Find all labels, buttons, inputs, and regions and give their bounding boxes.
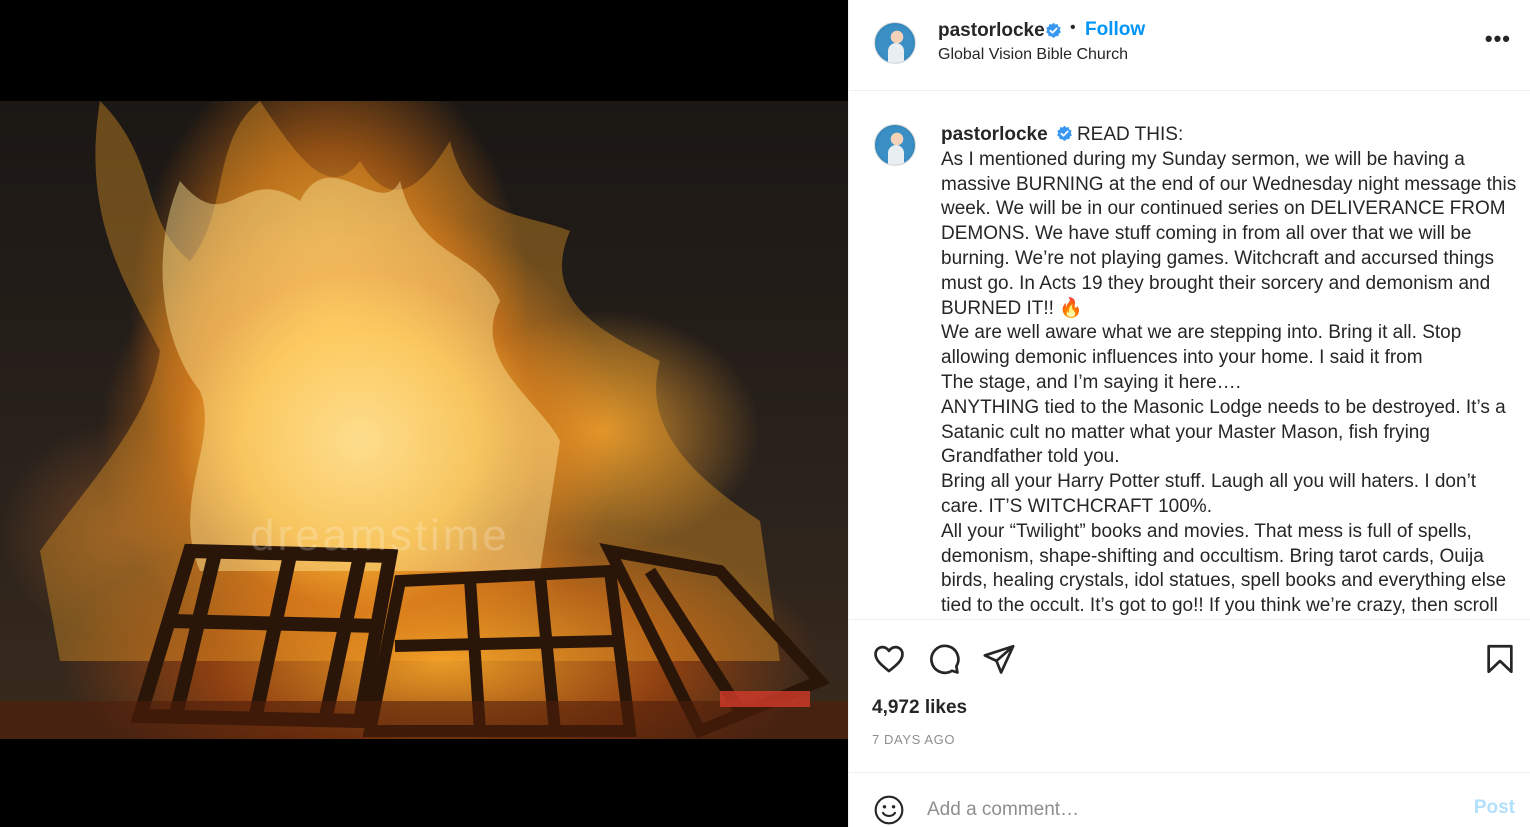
caption-line: birds, healing crystals, idol statues, s… [941, 570, 1507, 592]
author-avatar[interactable] [874, 22, 916, 64]
post-actions [849, 620, 1530, 700]
paper-plane-icon[interactable] [982, 642, 1016, 676]
post-caption: pastorlocke READ THIS: As I mentioned du… [941, 123, 1523, 619]
caption-line: massive BURNING at the end of our Wednes… [941, 173, 1517, 195]
caption-line: BURNED IT!! 🔥 [941, 297, 1083, 319]
post-location[interactable]: Global Vision Bible Church [938, 46, 1128, 64]
caption-line: care. IT’S WITCHCRAFT 100%. [941, 495, 1212, 517]
caption-line: tied to the occult. It’s got to go!! If … [941, 595, 1498, 617]
comment-input[interactable] [927, 795, 1447, 825]
caption-verified-badge-icon [1057, 125, 1072, 141]
caption-scroll-area[interactable]: pastorlocke READ THIS: As I mentioned du… [849, 92, 1530, 620]
caption-first-line: pastorlocke READ THIS: [941, 123, 1523, 148]
follow-button[interactable]: Follow [1085, 19, 1145, 41]
caption-line: burning. We’re not playing games. Witchc… [941, 247, 1495, 269]
caption-author-avatar[interactable] [874, 124, 916, 166]
author-username[interactable]: pastorlocke [938, 20, 1045, 42]
more-options-icon[interactable]: ••• [1485, 26, 1511, 52]
post-comment-button[interactable]: Post [1474, 797, 1515, 819]
caption-line: Bring all your Harry Potter stuff. Laugh… [941, 471, 1477, 493]
comment-bubble-icon[interactable] [927, 642, 961, 676]
caption-line: We are well aware what we are stepping i… [941, 322, 1462, 344]
caption-line: allowing demonic influences into your ho… [941, 347, 1423, 369]
caption-line: must go. In Acts 19 they brought their s… [941, 272, 1491, 294]
caption-line: DEMONS. We have stuff coming in from all… [941, 223, 1472, 245]
caption-line: As I mentioned during my Sunday sermon, … [941, 148, 1465, 170]
stock-watermark: dreamstime [250, 511, 510, 560]
post-side-panel: pastorlocke • Follow Global Vision Bible… [848, 0, 1530, 827]
caption-line: week. We will be in our continued series… [941, 198, 1506, 220]
header-separator: • [1070, 19, 1076, 36]
post-image[interactable]: dreamstime [0, 101, 848, 739]
post-header: pastorlocke • Follow Global Vision Bible… [849, 0, 1530, 91]
heart-icon[interactable] [872, 642, 906, 676]
caption-line: demonism, shape-shifting and occultism. … [941, 545, 1484, 567]
post-media: dreamstime [0, 0, 848, 827]
burning-pallets-graphic [0, 101, 848, 739]
post-timestamp[interactable]: 7 DAYS AGO [872, 732, 955, 747]
smiley-icon[interactable] [873, 794, 905, 826]
caption-username[interactable]: pastorlocke [941, 124, 1048, 145]
likes-count[interactable]: 4,972 likes [872, 697, 967, 719]
caption-line: Satanic cult no matter what your Master … [941, 421, 1430, 443]
caption-line: Grandfather told you. [941, 446, 1120, 468]
verified-badge-icon [1046, 22, 1061, 38]
caption-line: All your “Twilight” books and movies. Th… [941, 520, 1472, 542]
caption-line: The stage, and I’m saying it here…. [941, 371, 1241, 393]
caption-heading: READ THIS: [1076, 124, 1184, 145]
add-comment-bar: Post [849, 772, 1530, 827]
caption-line: ANYTHING tied to the Masonic Lodge needs… [941, 396, 1506, 418]
bookmark-icon[interactable] [1483, 642, 1517, 676]
